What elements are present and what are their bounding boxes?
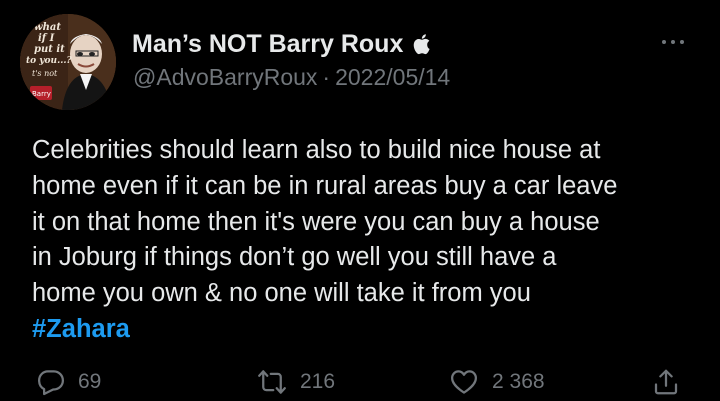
apple-icon — [411, 33, 431, 55]
reply-icon — [38, 370, 64, 396]
more-dots-icon — [662, 40, 666, 44]
like-button[interactable]: 2 368 — [448, 366, 545, 398]
author-name-row: Man’s NOT Barry Roux — [132, 27, 431, 61]
heart-icon — [451, 370, 477, 394]
avatar-image: what if I put it to you...? t's not Barr… — [20, 14, 116, 110]
tweet-text-line: in Joburg if things don’t go well you st… — [32, 243, 557, 272]
separator: · — [322, 64, 331, 90]
more-options-button[interactable] — [655, 32, 691, 52]
reply-count: 69 — [78, 370, 102, 393]
tweet-text-line: home you own & no one will take it from … — [32, 279, 531, 308]
hashtag-link[interactable]: #Zahara — [32, 312, 708, 348]
svg-text:what: what — [34, 22, 61, 33]
share-icon — [654, 369, 678, 395]
retweet-icon — [258, 370, 286, 394]
tweet-text-line: home even if it can be in rural areas bu… — [32, 171, 618, 200]
tweet-date[interactable]: 2022/05/14 — [335, 64, 450, 90]
tweet-text: Celebrities should learn also to build n… — [32, 133, 708, 348]
tweet-actions: 69 216 2 368 — [0, 366, 720, 398]
avatar[interactable]: what if I put it to you...? t's not Barr… — [20, 14, 116, 110]
retweet-button[interactable]: 216 — [256, 366, 335, 398]
tweet-text-line: it on that home then it's were you can b… — [32, 207, 600, 236]
svg-text:if I: if I — [38, 33, 55, 44]
svg-text:t's not: t's not — [32, 69, 58, 78]
tweet-text-line: Celebrities should learn also to build n… — [32, 136, 601, 164]
retweet-count: 216 — [300, 370, 336, 393]
like-count: 2 368 — [492, 370, 545, 393]
svg-text:to you...?: to you...? — [26, 56, 72, 66]
share-button[interactable] — [651, 366, 681, 398]
handle-date-row: @AdvoBarryRoux · 2022/05/14 — [133, 64, 450, 91]
svg-text:Barry: Barry — [32, 90, 51, 98]
svg-text:put it: put it — [34, 44, 65, 55]
tweet: what if I put it to you...? t's not Barr… — [0, 0, 720, 401]
author-handle[interactable]: @AdvoBarryRoux — [133, 64, 317, 90]
reply-button[interactable]: 69 — [36, 366, 101, 398]
display-name[interactable]: Man’s NOT Barry Roux — [132, 30, 403, 59]
